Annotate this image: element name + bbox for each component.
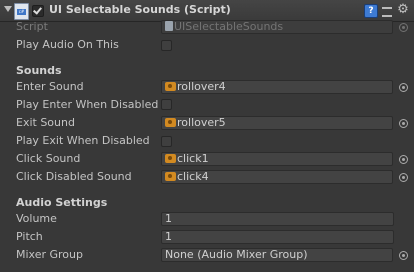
click-sound-field[interactable]: click1 [161, 152, 393, 166]
exit-sound-picker-icon[interactable] [399, 119, 408, 128]
checkmark-icon [33, 5, 42, 15]
audio-settings-heading: Audio Settings [16, 196, 108, 209]
play-audio-on-this-checkbox[interactable] [161, 40, 172, 51]
help-button[interactable]: ? [364, 4, 378, 18]
script-label: Script [16, 20, 48, 33]
play-exit-when-disabled-checkbox[interactable] [161, 136, 172, 147]
script-field: UISelectableSounds [161, 20, 393, 34]
pitch-field[interactable]: 1 [161, 230, 394, 244]
volume-field[interactable]: 1 [161, 212, 394, 226]
click-sound-value: click1 [177, 152, 209, 165]
script-field-value: UISelectableSounds [174, 20, 284, 33]
sounds-heading: Sounds [16, 64, 62, 77]
enter-sound-picker-icon[interactable] [399, 83, 408, 92]
exit-sound-value: rollover5 [177, 116, 226, 129]
click-sound-label: Click Sound [16, 152, 81, 165]
audio-clip-icon [165, 154, 176, 163]
component-enabled-checkbox[interactable] [32, 5, 44, 17]
preset-icon[interactable] [381, 4, 393, 17]
audio-clip-icon [165, 118, 176, 127]
click-disabled-sound-picker-icon[interactable] [399, 173, 408, 182]
gear-icon[interactable]: ⚙ [397, 3, 409, 16]
script-object-picker-icon [399, 23, 408, 32]
mixer-group-label: Mixer Group [16, 248, 83, 261]
script-component-icon: c# [14, 3, 29, 20]
pitch-label: Pitch [16, 230, 43, 243]
mixer-group-field[interactable]: None (Audio Mixer Group) [161, 248, 393, 262]
enter-sound-label: Enter Sound [16, 80, 84, 93]
exit-sound-field[interactable]: rollover5 [161, 116, 393, 130]
audio-clip-icon [165, 172, 176, 181]
play-enter-when-disabled-label: Play Enter When Disabled [16, 98, 159, 111]
audio-clip-icon [165, 82, 176, 91]
mixer-group-value: None (Audio Mixer Group) [165, 248, 308, 261]
exit-sound-label: Exit Sound [16, 116, 75, 129]
play-exit-when-disabled-label: Play Exit When Disabled [16, 134, 150, 147]
enter-sound-value: rollover4 [177, 80, 226, 93]
volume-label: Volume [16, 212, 57, 225]
click-disabled-sound-value: click4 [177, 170, 209, 183]
play-enter-when-disabled-checkbox[interactable] [161, 99, 172, 110]
enter-sound-field[interactable]: rollover4 [161, 80, 393, 94]
foldout-arrow-icon[interactable] [4, 6, 12, 12]
click-disabled-sound-label: Click Disabled Sound [16, 170, 132, 183]
play-audio-on-this-label: Play Audio On This [16, 38, 119, 51]
component-header: c# UI Selectable Sounds (Script) ? ⚙ [0, 0, 414, 22]
mixer-group-picker-icon[interactable] [399, 251, 408, 260]
component-title: UI Selectable Sounds (Script) [49, 3, 231, 16]
click-disabled-sound-field[interactable]: click4 [161, 170, 393, 184]
click-sound-picker-icon[interactable] [399, 155, 408, 164]
script-file-icon [165, 21, 173, 31]
